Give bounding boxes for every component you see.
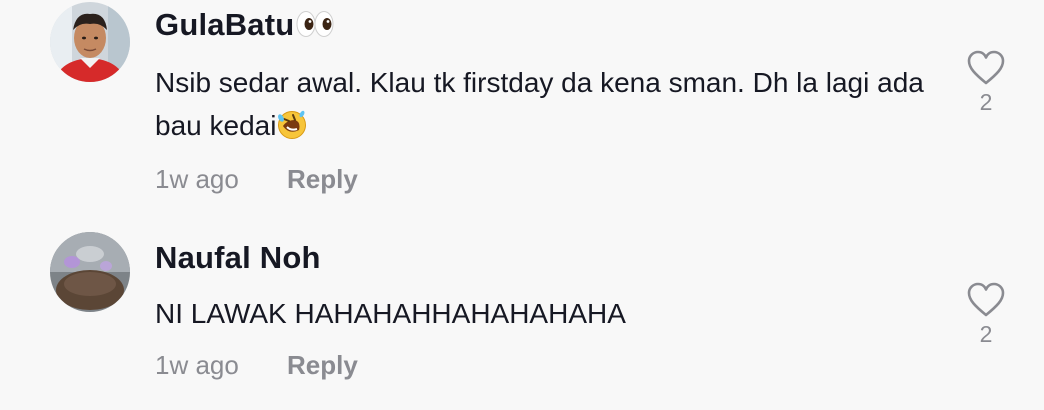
heart-icon[interactable] — [966, 282, 1006, 318]
comment-timestamp: 1w ago — [155, 164, 239, 194]
avatar[interactable] — [50, 2, 130, 82]
comment-item: GulaBatu Nsib sedar awal. Klau tk firstd… — [0, 0, 1044, 205]
username[interactable]: GulaBatu — [155, 7, 335, 46]
comment-text: NI LAWAK HAHAHAHHAHAHAHAHA — [155, 298, 626, 329]
reply-button[interactable]: Reply — [287, 350, 358, 381]
rolling-on-the-floor-laughing-emoji-icon — [277, 109, 307, 152]
comment-item: Naufal Noh NI LAWAK HAHAHAHHAHAHAHAHA 1w… — [0, 226, 1044, 410]
username[interactable]: Naufal Noh — [155, 240, 321, 276]
heart-icon[interactable] — [966, 50, 1006, 86]
like-count: 2 — [979, 321, 993, 347]
comment-text-content: Nsib sedar awal. Klau tk firstday da ken… — [155, 67, 924, 141]
comment-meta: 1w ago Reply — [155, 164, 358, 195]
like-button[interactable]: 2 — [962, 282, 1010, 348]
reply-button[interactable]: Reply — [287, 164, 358, 195]
like-button[interactable]: 2 — [962, 50, 1010, 116]
eyes-emoji-icon — [295, 10, 335, 46]
comment-meta: 1w ago Reply — [155, 350, 358, 381]
avatar[interactable] — [50, 232, 130, 312]
comment-timestamp: 1w ago — [155, 350, 239, 380]
comment-text: Nsib sedar awal. Klau tk firstday da ken… — [155, 61, 935, 152]
username-text[interactable]: GulaBatu — [155, 7, 294, 42]
like-count: 2 — [979, 89, 993, 115]
